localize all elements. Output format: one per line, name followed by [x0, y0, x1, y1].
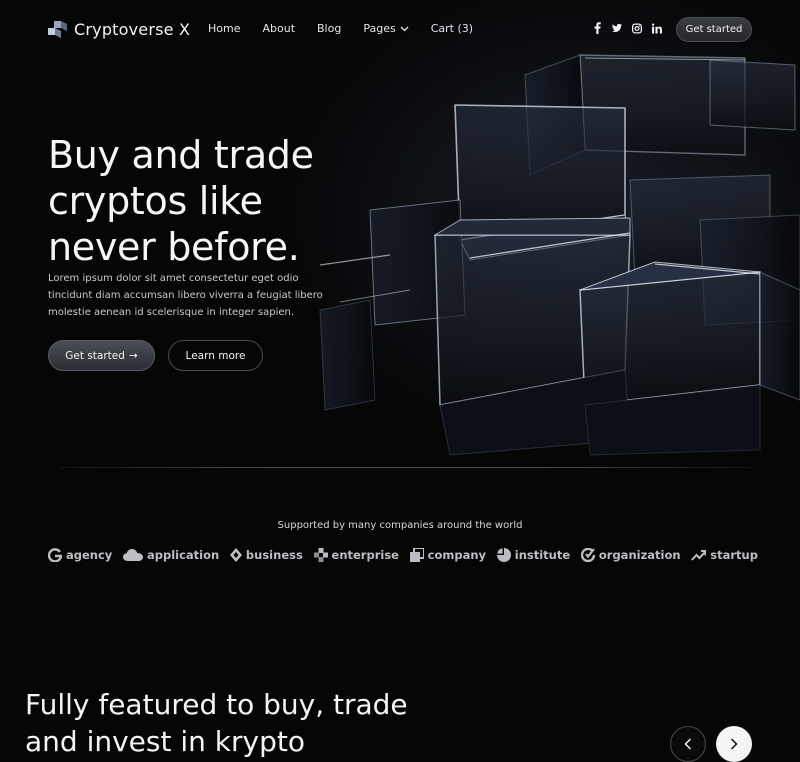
menu-item-pages[interactable]: Pages	[363, 22, 409, 35]
partner-logo-institute[interactable]: institute	[496, 548, 571, 562]
cloud-logo-icon	[123, 549, 143, 561]
hero-title: Buy and trade cryptos like never before.	[48, 133, 314, 269]
instagram-icon[interactable]	[632, 22, 642, 34]
cross-logo-icon	[313, 548, 328, 562]
partner-logo-enterprise[interactable]: enterprise	[313, 548, 399, 562]
partner-logo-startup[interactable]: startup	[691, 548, 758, 562]
carousel-next-button[interactable]	[716, 726, 752, 762]
partner-logos: agency application business enterprise c…	[48, 548, 758, 562]
menu-item-about[interactable]: About	[262, 22, 295, 35]
menu-item-label: Cart (3)	[430, 22, 474, 35]
partner-name: institute	[514, 548, 571, 562]
glass-cubes-illustration	[319, 54, 800, 456]
chevron-right-icon	[730, 738, 738, 750]
menu-item-label: Blog	[317, 22, 342, 35]
partner-logo-application[interactable]: application	[123, 548, 219, 562]
menu-item-label: About	[262, 22, 296, 35]
section-divider	[60, 467, 750, 468]
menu-item-label: Home	[208, 22, 241, 35]
features-title: Fully featured to buy, trade and invest …	[25, 688, 408, 758]
menu-item-cart[interactable]: Cart (3)	[431, 22, 473, 35]
square-logo-icon	[409, 548, 424, 562]
pie-logo-icon	[496, 548, 511, 562]
partner-logo-agency[interactable]: agency	[48, 548, 112, 562]
partner-logo-organization[interactable]: organization	[580, 548, 681, 562]
trend-up-logo-icon	[691, 549, 707, 561]
top-navigation: Cryptoverse X Home About Blog Pages Cart…	[0, 0, 800, 60]
page: Cryptoverse X Home About Blog Pages Cart…	[0, 0, 800, 762]
partner-name: startup	[710, 548, 758, 562]
arrow-right-icon: →	[128, 349, 138, 362]
brand-name: Cryptoverse X	[74, 19, 191, 39]
menu-item-blog[interactable]: Blog	[317, 22, 341, 35]
partner-name: application	[147, 548, 220, 562]
cube-logo-icon	[48, 19, 68, 39]
twitter-icon[interactable]	[612, 22, 622, 34]
chevron-down-icon	[400, 26, 409, 31]
get-started-label: Get started	[65, 349, 125, 362]
agency-logo-icon	[48, 548, 62, 562]
facebook-icon[interactable]	[592, 22, 602, 34]
partner-logo-business[interactable]: business	[229, 548, 303, 562]
partner-name: enterprise	[331, 548, 399, 562]
partner-name: business	[245, 548, 303, 562]
brand-logo[interactable]: Cryptoverse X	[48, 19, 190, 39]
partner-name: organization	[598, 548, 681, 562]
partner-logo-company[interactable]: company	[409, 548, 487, 562]
learn-more-button[interactable]: Learn more	[168, 340, 263, 371]
partner-name: agency	[66, 548, 113, 562]
chevron-left-icon	[684, 738, 692, 750]
partner-name: company	[427, 548, 487, 562]
diamond-logo-icon	[229, 548, 242, 562]
carousel-prev-button[interactable]	[670, 726, 706, 762]
get-started-button[interactable]: Get started →	[48, 340, 155, 371]
linkedin-icon[interactable]	[652, 22, 662, 34]
partners-heading: Supported by many companies around the w…	[277, 520, 523, 531]
nav-get-started-button[interactable]: Get started	[676, 17, 752, 42]
menu-item-home[interactable]: Home	[208, 22, 240, 35]
social-links	[592, 22, 662, 34]
hero-description: Lorem ipsum dolor sit amet consectetur e…	[48, 273, 323, 318]
check-circle-logo-icon	[580, 548, 595, 562]
main-menu: Home About Blog Pages Cart (3)	[208, 22, 495, 35]
menu-item-label: Pages	[363, 22, 396, 35]
